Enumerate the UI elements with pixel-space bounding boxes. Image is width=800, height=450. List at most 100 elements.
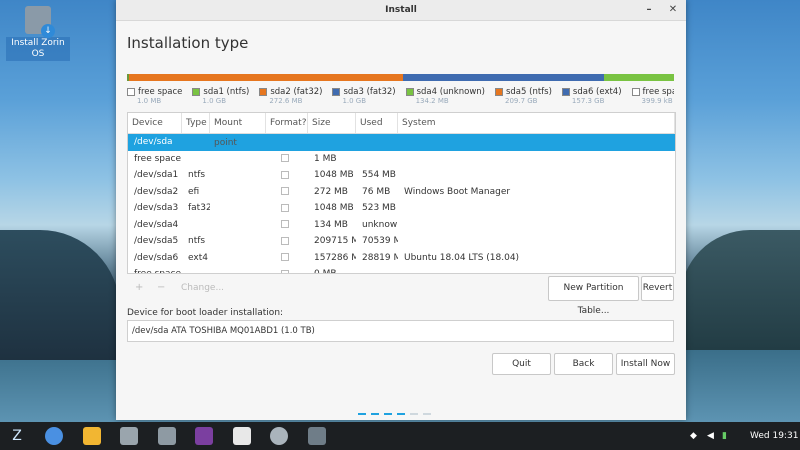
video-icon[interactable] [195,427,213,445]
cell-system [398,233,675,250]
legend-swatch [192,87,201,96]
minimize-button[interactable]: – [640,0,658,20]
revert-button[interactable]: Revert [641,276,674,301]
download-icon: ↓ [41,24,55,38]
cell-device: /dev/sda4 [134,219,179,230]
table-row[interactable]: /dev/sda4 134 MB unknown [128,217,675,234]
legend-item: free space399.9 kB [631,87,674,105]
photos-icon[interactable] [158,427,176,445]
quit-button[interactable]: Quit [492,353,551,375]
table-row[interactable]: /dev/sda5 ntfs 209715 MB 70539 MB [128,233,675,250]
new-partition-table-button[interactable]: New Partition Table... [548,276,639,316]
settings-icon[interactable] [270,427,288,445]
format-checkbox[interactable] [281,154,289,162]
format-checkbox[interactable] [281,236,289,245]
table-body: /dev/sda free space 1 MB/dev/sda1 ntfs 1048 … [128,134,675,274]
legend-size: 1.0 MB [137,97,162,105]
format-checkbox-cell [266,217,308,234]
table-row[interactable]: /dev/sda2 efi 272 MB 76 MB Windows Boot Mana… [128,184,675,201]
format-checkbox[interactable] [281,170,289,179]
battery-icon[interactable]: ▮ [722,422,727,450]
wifi-icon[interactable]: ◆ [690,422,697,450]
table-row[interactable]: /dev/sda3 fat32 1048 MB 523 MB [128,200,675,217]
zorin-menu-icon[interactable]: Z [8,427,26,445]
cell-size: 0 MB [314,269,337,274]
cell-system [398,167,675,184]
table-row[interactable]: free space 0 MB [128,266,675,274]
volume-icon[interactable]: ◀ [707,422,714,450]
install-now-button[interactable]: Install Now [616,353,675,375]
cell-mount [210,266,266,273]
legend-item: sda4 (unknown) 134.2 MB [405,87,485,105]
close-button[interactable]: ✕ [664,0,682,20]
column-header[interactable]: Type [182,113,210,133]
cell-type [182,266,210,273]
legend-swatch [494,87,503,96]
cell-size: 157286 MB [314,252,356,263]
legend-name: free space [642,87,674,97]
cell-size: 1048 MB [314,203,354,213]
change-partition-button[interactable]: Change... [181,283,224,293]
table-row[interactable]: /dev/sda6 ext4 157286 MB 28819 MB Ubuntu 18.… [128,250,675,267]
browser-icon[interactable] [45,427,63,445]
desktop-install-icon[interactable]: ↓ Install Zorin OS [6,6,70,61]
format-checkbox-cell [266,151,308,168]
legend-size: 1.0 GB [202,97,226,105]
table-row[interactable]: /dev/sda [128,134,675,151]
column-header[interactable]: Mount point [210,113,266,148]
cell-size: 209715 MB [314,236,356,246]
format-checkbox-cell [266,250,308,267]
column-header[interactable]: Used [356,113,398,133]
cell-system: Windows Boot Manager [404,186,511,197]
cell-mount [210,184,266,201]
column-header[interactable]: Size [308,113,356,133]
software-icon[interactable] [83,427,101,445]
cell-used: unknown [362,219,398,230]
desktop-icon-label: Install Zorin OS [6,37,70,61]
step-dot [384,413,392,415]
cell-device: /dev/sda3 [134,203,179,213]
cell-device: /dev/sda5 [134,236,179,246]
boot-loader-select[interactable]: /dev/sda ATA TOSHIBA MQ01ABD1 (1.0 TB) [127,320,674,342]
installer-icon[interactable] [308,427,326,445]
cell-used: 76 MB [362,186,391,197]
legend-name: sda4 (unknown) [416,87,485,97]
installer-window: Install – ✕ Installation type free space… [116,0,686,420]
legend-size: 272.6 MB [269,97,303,105]
format-checkbox-cell [266,167,308,184]
add-partition-button[interactable]: + [135,282,143,293]
table-row[interactable]: free space 1 MB [128,151,675,168]
window-title: Install [385,5,417,15]
table-row[interactable]: /dev/sda1 ntfs 1048 MB 554 MB [128,167,675,184]
cell-mount [210,167,266,184]
format-checkbox-cell [266,134,308,151]
cell-device: /dev/sda6 [134,252,179,263]
format-checkbox-cell [266,200,308,217]
format-checkbox[interactable] [281,253,289,261]
partition-segment [128,74,403,81]
format-checkbox[interactable] [281,269,289,273]
remove-partition-button[interactable]: − [157,282,165,293]
column-header[interactable]: System [398,113,675,133]
legend-size: 134.2 MB [415,97,449,105]
legend-name: free space [138,87,183,97]
back-button[interactable]: Back [554,353,613,375]
legend-swatch [631,87,640,96]
format-checkbox[interactable] [281,220,289,228]
legend-swatch [561,87,570,96]
column-header[interactable]: Format? [266,113,308,133]
clock[interactable]: Wed 19:31 [750,422,798,450]
cell-mount [210,217,266,234]
step-dot [371,413,379,415]
legend-item: sda1 (ntfs) 1.0 GB [192,87,249,105]
legend-size: 157.3 GB [571,97,605,105]
format-checkbox[interactable] [281,203,289,212]
format-checkbox[interactable] [281,187,289,195]
cell-size: 134 MB [314,219,348,230]
cell-mount [210,233,266,250]
cell-system [398,266,675,273]
files-icon[interactable] [120,427,138,445]
partition-table: Device Type Mount point Format? Size Used Syst… [127,112,676,274]
document-icon[interactable] [233,427,251,445]
column-header[interactable]: Device [128,113,182,133]
